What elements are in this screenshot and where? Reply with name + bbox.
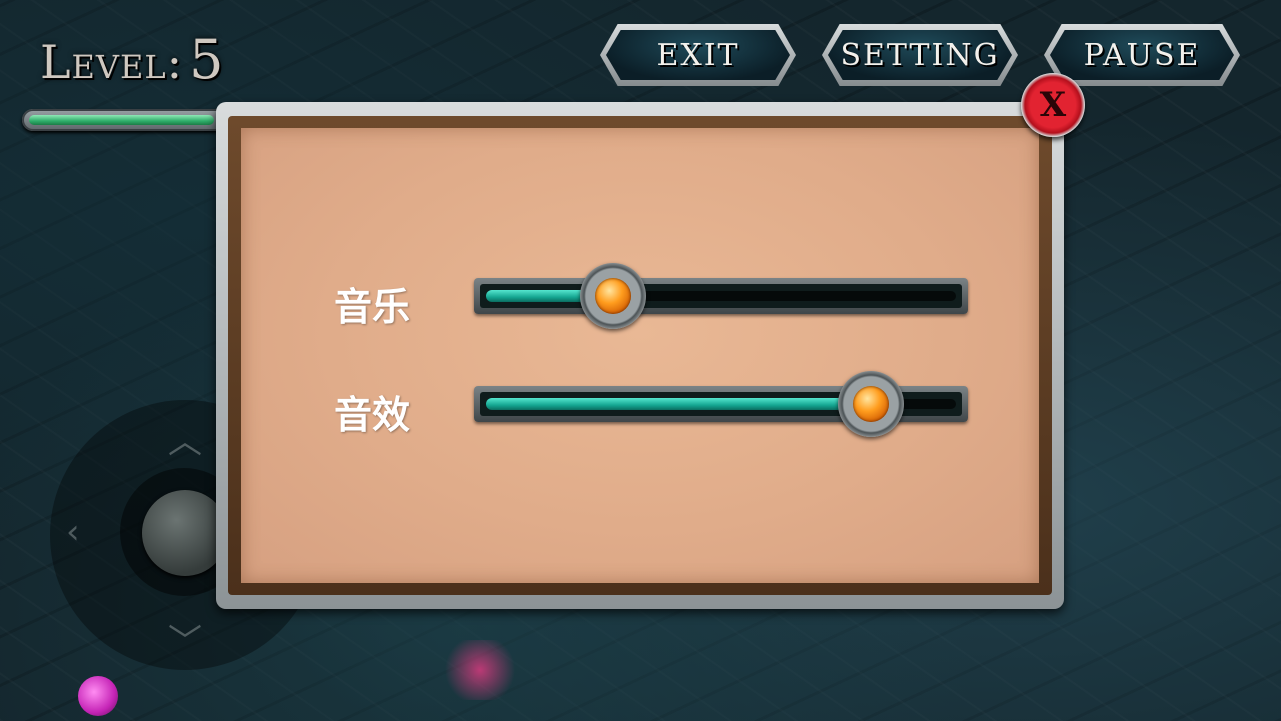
magic-spark-effect [440,640,520,700]
setting-button-label: SETTING [840,37,1000,73]
player-character [78,676,118,716]
sound-effects-slider[interactable] [474,371,968,437]
music-slider-thumb[interactable] [579,263,646,329]
close-dialog-button[interactable]: X [1021,73,1085,137]
pause-button[interactable]: PAUSE [1044,24,1240,86]
music-slider[interactable] [474,263,968,329]
exit-button-label: EXIT [656,37,740,73]
level-number: 5 [189,28,224,91]
settings-dialog: 音乐 音效 [216,102,1064,609]
dialog-panel [241,128,1039,583]
level-indicator: Level: 5 [40,28,223,91]
level-label: Level: [40,35,184,89]
left-arrow-icon: ‹ [66,512,80,552]
exit-button[interactable]: EXIT [600,24,796,86]
level-progress-bar [22,109,237,131]
down-arrow-icon: ﹀ [168,622,202,662]
music-label: 音乐 [334,285,411,329]
sound-effects-label: 音效 [334,393,411,437]
sound-effects-slider-fill [486,398,872,410]
setting-button[interactable]: SETTING [822,24,1018,86]
up-arrow-icon: ︿ [168,422,202,462]
close-icon: X [1039,85,1067,125]
pause-button-label: PAUSE [1083,37,1201,73]
level-progress-fill [29,115,214,125]
sound-effects-slider-thumb[interactable] [838,371,905,437]
